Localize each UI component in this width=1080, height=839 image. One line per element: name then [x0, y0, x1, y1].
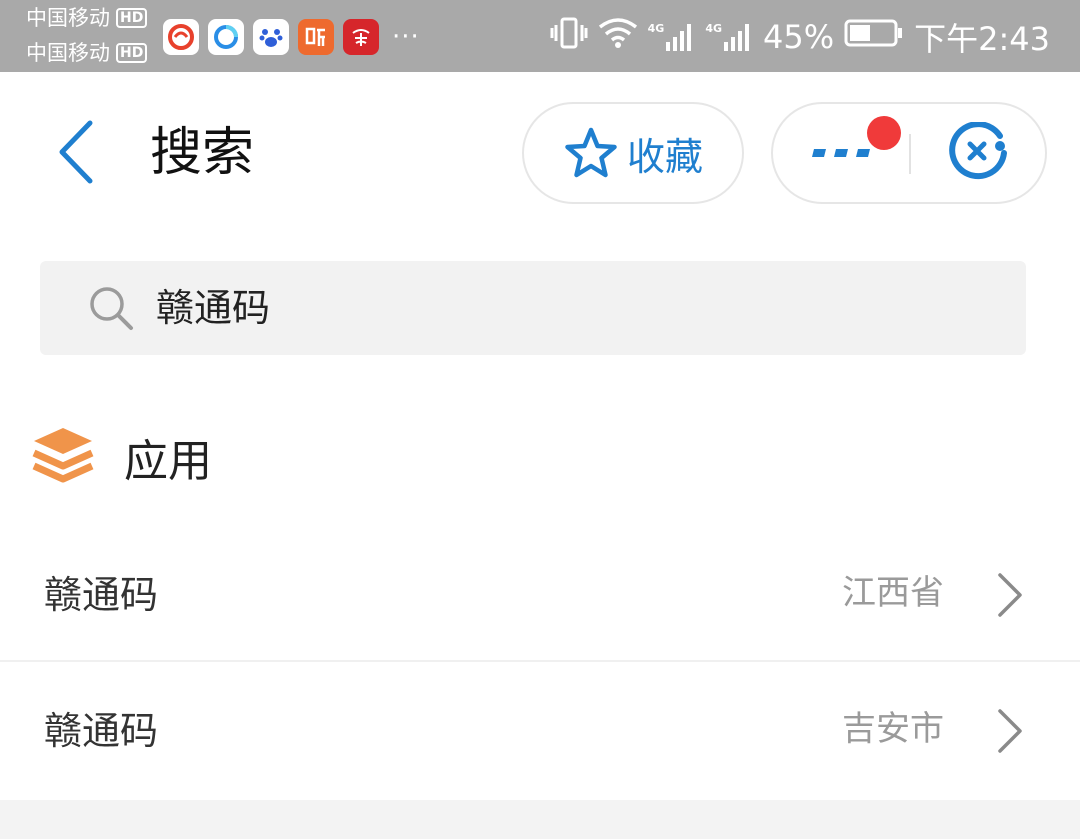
ting-icon [298, 19, 334, 55]
net-type-label: 4G [705, 22, 722, 35]
favorite-button[interactable]: 收藏 [522, 102, 744, 204]
result-region: 吉安市 [842, 709, 944, 749]
back-button[interactable] [44, 116, 108, 188]
status-bar: 中国移动 HD 中国移动 HD ··· 4G 4G 45% 下午2:43 [0, 0, 1080, 72]
mini-app-capsule [771, 102, 1047, 204]
carrier-1-label: 中国移动 [26, 6, 110, 30]
result-region: 江西省 [842, 573, 944, 613]
page-title: 搜索 [150, 123, 255, 183]
favorite-label: 收藏 [626, 134, 703, 179]
close-circle-icon [949, 122, 1007, 180]
carrier-2-label: 中国移动 [26, 41, 110, 65]
battery-icon [844, 18, 904, 56]
carrier-2: 中国移动 HD [26, 41, 148, 65]
star-icon [565, 127, 617, 178]
chevron-right-icon [996, 572, 1024, 622]
vibrate-icon [550, 16, 588, 58]
battery-percent: 45% [763, 18, 835, 56]
clock: 下午2:43 [914, 20, 1050, 58]
search-icon [86, 283, 136, 337]
list-item[interactable]: 赣通码 吉安市 [0, 664, 1080, 798]
list-item[interactable]: 赣通码 江西省 [0, 528, 1080, 662]
signal-bars-icon [666, 24, 692, 51]
section-header-apps: 应用 [32, 424, 212, 490]
notification-dot [867, 116, 901, 150]
notification-more: ··· [392, 22, 420, 52]
ifeng-icon [163, 19, 199, 55]
result-name: 赣通码 [44, 573, 159, 617]
stacked-layers-icon [32, 424, 94, 490]
search-input[interactable] [156, 281, 976, 335]
bottom-divider-band [0, 800, 1080, 839]
wifi-icon [598, 17, 638, 57]
close-button[interactable] [911, 104, 1047, 202]
qq-browser-icon [208, 19, 244, 55]
baidu-icon [253, 19, 289, 55]
signal-bars-icon [724, 24, 749, 51]
hd-badge: HD [116, 43, 148, 63]
section-title: 应用 [124, 436, 212, 487]
system-status: 4G 4G 45% 下午2:43 [550, 14, 1050, 60]
carrier-1: 中国移动 HD [26, 6, 148, 30]
hd-badge: HD [116, 8, 148, 28]
back-chevron-icon [59, 120, 93, 184]
more-dots-icon [812, 149, 870, 157]
header: 搜索 收藏 [0, 72, 1080, 232]
signal-sim2: 4G [705, 22, 753, 52]
search-bar[interactable] [40, 261, 1026, 355]
result-name: 赣通码 [44, 709, 159, 753]
xuexi-icon [343, 19, 379, 55]
signal-sim1: 4G [648, 22, 696, 52]
notification-app-icons: ··· [163, 19, 420, 55]
chevron-right-icon [996, 708, 1024, 758]
net-type-label: 4G [647, 22, 665, 35]
